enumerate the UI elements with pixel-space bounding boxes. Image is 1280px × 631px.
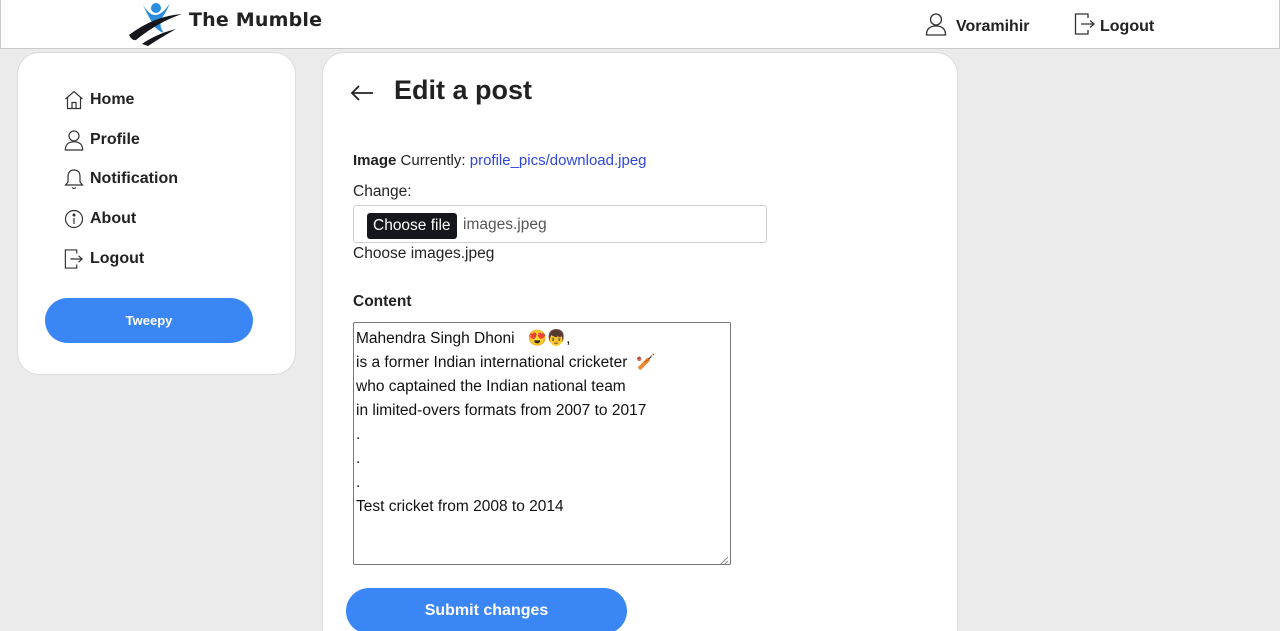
content-line: . <box>356 474 361 491</box>
sidebar-item-label: Notification <box>90 170 178 187</box>
top-navbar: The Mumble Voramihir Logout <box>0 0 1280 49</box>
change-label: Change: <box>353 183 412 200</box>
content-line: is a former Indian international cricket… <box>356 354 656 371</box>
file-input[interactable]: Choose file images.jpeg <box>353 205 767 243</box>
content-line: Mahendra Singh Dhoni 😍👦, <box>356 330 571 347</box>
content-line: who captained the Indian national team <box>356 378 626 395</box>
brand[interactable]: The Mumble <box>126 0 322 48</box>
sidebar-item-label: Logout <box>90 250 145 267</box>
image-field-info: Image Currently: profile_pics/download.j… <box>353 152 647 169</box>
sidebar-item-about[interactable]: About <box>64 208 136 230</box>
content-line: in limited-overs formats from 2007 to 20… <box>356 402 647 419</box>
logout-icon <box>1074 12 1096 41</box>
sidebar: Home Profile Notification About Logout T… <box>17 52 296 375</box>
bell-icon <box>64 168 84 190</box>
user-icon <box>64 129 84 151</box>
resize-handle-icon[interactable] <box>719 553 729 564</box>
brand-name: The Mumble <box>189 9 323 31</box>
selected-file-caption: Choose images.jpeg <box>353 245 495 262</box>
home-icon <box>64 89 84 111</box>
sidebar-item-label: Home <box>90 91 135 108</box>
username: Voramihir <box>956 17 1030 35</box>
content-line: Test cricket from 2008 to 2014 <box>356 498 564 515</box>
submit-changes-button[interactable]: Submit changes <box>346 588 627 631</box>
user-menu[interactable]: Voramihir <box>925 12 1030 41</box>
page-title: Edit a post <box>394 75 533 105</box>
brand-logo-icon <box>126 0 186 48</box>
back-arrow-icon[interactable] <box>349 83 375 103</box>
logout-icon <box>64 248 84 270</box>
info-icon <box>64 208 84 230</box>
sidebar-item-notification[interactable]: Notification <box>64 168 178 190</box>
sidebar-item-label: About <box>90 210 137 227</box>
sidebar-item-home[interactable]: Home <box>64 89 134 111</box>
image-label: Image <box>353 152 397 169</box>
current-image-link[interactable]: profile_pics/download.jpeg <box>470 152 647 169</box>
header-logout-link[interactable]: Logout <box>1074 12 1154 41</box>
header-logout-label: Logout <box>1100 17 1155 35</box>
sidebar-item-logout[interactable]: Logout <box>64 248 144 270</box>
selected-file-name: images.jpeg <box>463 216 547 233</box>
content-line: . <box>356 450 361 467</box>
content-textarea[interactable]: Mahendra Singh Dhoni 😍👦, is a former Ind… <box>353 322 731 565</box>
sidebar-item-label: Profile <box>90 131 140 148</box>
edit-post-card: Edit a post Image Currently: profile_pic… <box>322 52 958 631</box>
choose-file-button[interactable]: Choose file <box>367 213 457 239</box>
content-line: . <box>356 426 361 443</box>
content-label: Content <box>353 293 412 310</box>
sidebar-item-profile[interactable]: Profile <box>64 129 140 151</box>
currently-label: Currently: <box>400 152 466 169</box>
user-icon <box>925 12 947 41</box>
tweepy-button[interactable]: Tweepy <box>45 298 253 343</box>
